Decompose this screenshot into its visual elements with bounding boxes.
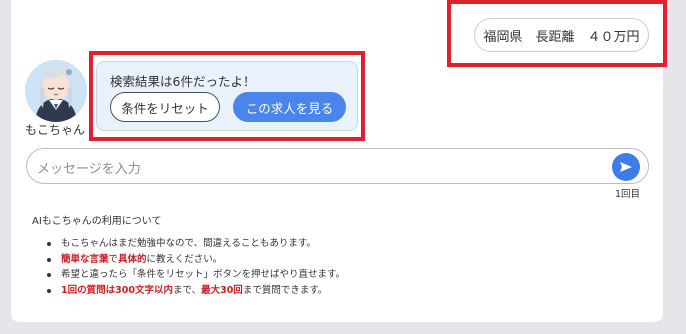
- send-button[interactable]: [612, 153, 640, 181]
- message-counter: 1回目: [615, 189, 641, 200]
- usage-notes-title: AIもこちゃんの利用について: [32, 216, 162, 227]
- bot-name: もこちゃん: [25, 123, 86, 137]
- list-item: もこちゃんはまだ勉強中なので、間違えることもあります。: [47, 236, 345, 252]
- avatar: [25, 60, 87, 122]
- send-icon: [620, 162, 632, 172]
- list-item: 1回の質問は300文字以内まで、最大30回まで質問できます。: [47, 283, 345, 299]
- highlight-box-bot-message: [89, 51, 365, 141]
- usage-notes-list: もこちゃんはまだ勉強中なので、間違えることもあります。 簡単な言葉で具体的に教え…: [47, 236, 345, 298]
- highlight-box-user-message: [447, 0, 667, 67]
- list-item: 希望と違ったら「条件をリセット」ボタンを押せばやり直せます。: [47, 267, 345, 283]
- message-input-placeholder: メッセージを入力: [37, 162, 141, 177]
- message-input[interactable]: メッセージを入力: [26, 148, 649, 184]
- avatar-illustration: [25, 60, 87, 122]
- list-item: 簡単な言葉で具体的に教えください。: [47, 252, 345, 268]
